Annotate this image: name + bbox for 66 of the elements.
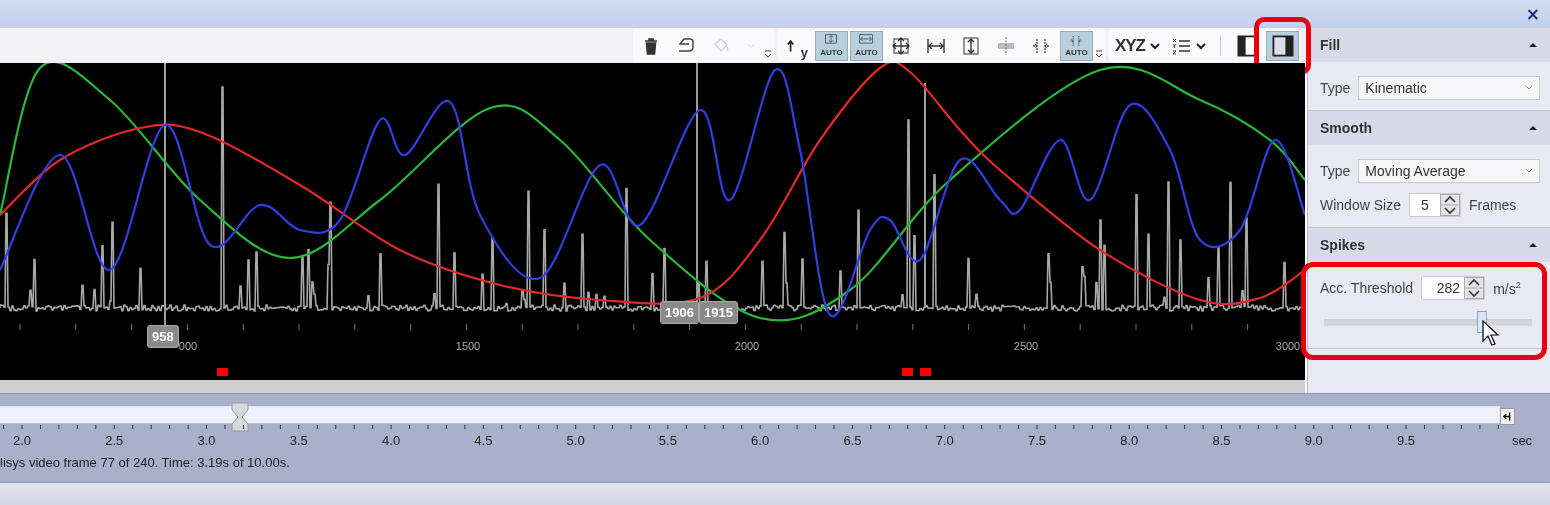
time-label: 4.0 xyxy=(382,433,401,448)
overflow-icon[interactable] xyxy=(763,50,772,58)
squeeze-button[interactable]: AUTO xyxy=(1059,30,1093,61)
section-title: Spikes xyxy=(1320,237,1366,253)
time-label: 7.0 xyxy=(935,433,954,448)
type-dropdown[interactable]: Moving Average xyxy=(1358,159,1540,183)
time-label: 3.5 xyxy=(289,433,308,448)
vertical-arrows-icon xyxy=(961,35,982,56)
time-label: 2.0 xyxy=(12,433,32,448)
status-text: lisys video frame 77 of 240. Time: 3.19s of 10.00s. xyxy=(0,455,290,470)
spinner-arrows-icon[interactable] xyxy=(1439,194,1460,216)
time-label: 5.0 xyxy=(566,433,585,448)
time-label: 3.0 xyxy=(197,433,216,448)
time-label: 6.5 xyxy=(843,433,862,448)
auto-fit-vertical-button[interactable]: AUTO xyxy=(814,30,848,61)
number-spinner[interactable]: 5 xyxy=(1408,193,1461,217)
collapse-icon[interactable] xyxy=(1528,42,1538,48)
axis-label: 3000 xyxy=(1275,340,1301,352)
field-label: Acc. Threshold xyxy=(1320,280,1414,296)
type-dropdown[interactable]: Kinematic xyxy=(1358,76,1540,100)
field-label: Type xyxy=(1320,80,1351,96)
close-button[interactable]: × xyxy=(1523,5,1542,23)
time-label: 9.0 xyxy=(1304,433,1323,448)
number-spinner[interactable]: 282 xyxy=(1421,276,1486,300)
axis-label: 2500 xyxy=(1013,340,1039,352)
collapse-icon[interactable] xyxy=(1528,125,1538,131)
section-title: Fill xyxy=(1320,37,1341,53)
time-label: 8.5 xyxy=(1212,433,1231,448)
frame-marker: 958 xyxy=(147,325,179,348)
time-label: 8.0 xyxy=(1120,433,1139,448)
panel-right-icon xyxy=(1270,33,1295,58)
event-marker xyxy=(920,368,931,376)
time-label: 6.0 xyxy=(751,433,770,448)
frame-marker: 1906 xyxy=(660,301,699,324)
time-label: 7.5 xyxy=(1027,433,1046,448)
caret-icon xyxy=(1150,41,1160,50)
event-marker xyxy=(902,368,913,376)
move-arrows-icon xyxy=(891,35,912,56)
right-panel-button[interactable] xyxy=(1266,30,1299,61)
timeline-thumb[interactable] xyxy=(231,402,249,432)
time-label: 9.5 xyxy=(1397,433,1416,448)
axis-label: 1500 xyxy=(455,340,481,352)
collapse-icon[interactable] xyxy=(1528,242,1538,248)
time-label: 4.5 xyxy=(474,433,493,448)
time-label: 5.5 xyxy=(658,433,677,448)
slice-bar-icon xyxy=(996,35,1017,56)
caret-icon xyxy=(1525,85,1533,91)
section-title: Smooth xyxy=(1320,120,1373,136)
axis-label: 000 xyxy=(178,340,198,352)
caret-icon xyxy=(1525,168,1533,174)
mouse-pointer-icon xyxy=(1482,320,1501,346)
skip-to-end-icon[interactable] xyxy=(1500,408,1515,425)
axis-label: 2000 xyxy=(734,340,760,352)
field-label: Type xyxy=(1320,163,1351,179)
spinner-arrows-icon[interactable] xyxy=(1464,277,1485,299)
overflow-icon[interactable] xyxy=(1094,50,1103,58)
unit-label: m/s$^{2}$ xyxy=(1493,279,1521,297)
unit-label: Frames xyxy=(1468,197,1517,213)
axis-button[interactable]: y xyxy=(779,30,813,61)
time-label: 2.5 xyxy=(105,433,124,448)
frame-marker: 1915 xyxy=(699,301,738,324)
unit-label: sec xyxy=(1511,433,1533,448)
event-marker xyxy=(217,368,228,376)
field-label: Window Size xyxy=(1320,197,1401,213)
auto-fit-horizontal-button[interactable]: AUTO xyxy=(849,30,883,61)
caret-icon xyxy=(1196,41,1206,50)
